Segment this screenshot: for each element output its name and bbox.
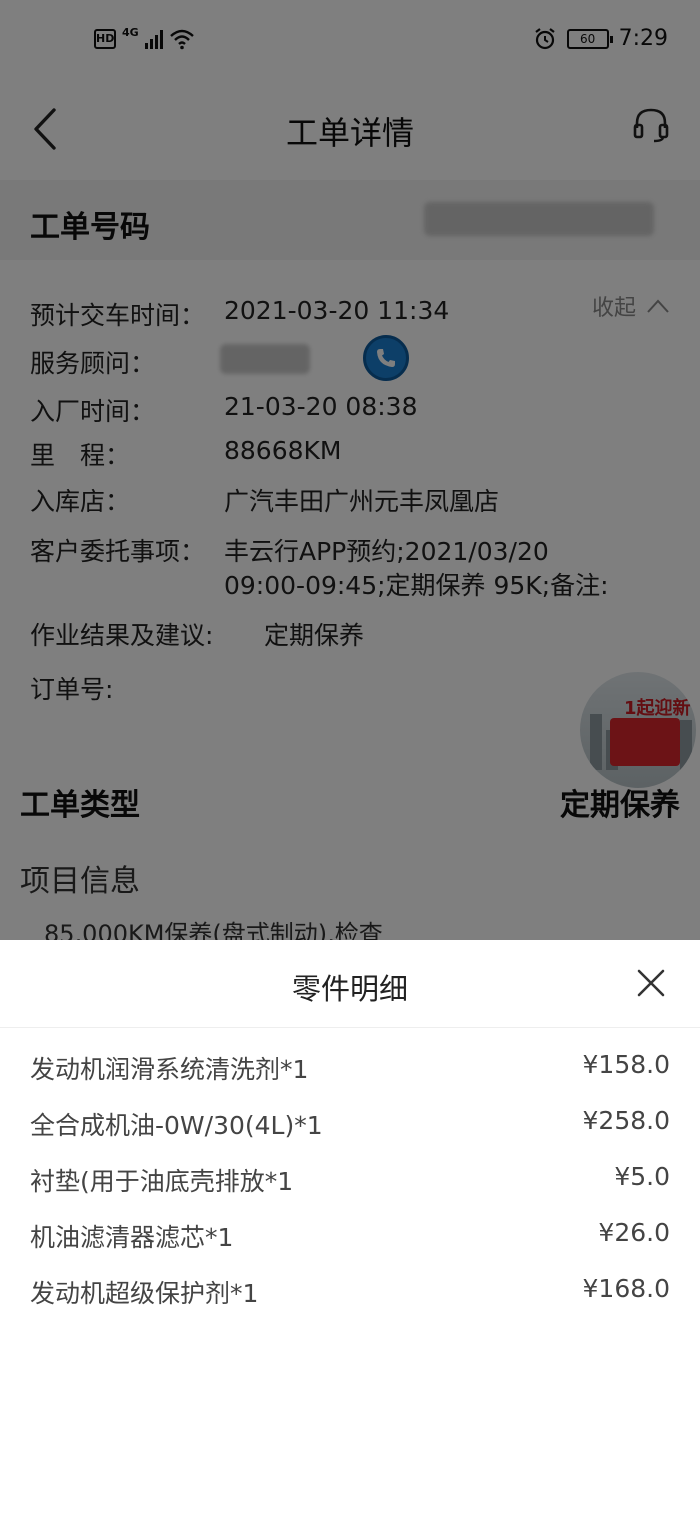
part-row: 发动机超级保护剂*1 ¥168.0 [0, 1264, 700, 1320]
part-price: ¥258.0 [582, 1106, 670, 1135]
part-name: 发动机超级保护剂*1 [30, 1279, 259, 1308]
part-row: 全合成机油-0W/30(4L)*1 ¥258.0 [0, 1096, 700, 1152]
close-icon[interactable] [636, 968, 666, 998]
part-price: ¥5.0 [614, 1162, 670, 1191]
parts-detail-sheet: 零件明细 发动机润滑系统清洗剂*1 ¥158.0 全合成机油-0W/30(4L)… [0, 940, 700, 1516]
part-price: ¥158.0 [582, 1050, 670, 1079]
part-price: ¥26.0 [598, 1218, 670, 1247]
modal-overlay[interactable] [0, 0, 700, 940]
part-name: 全合成机油-0W/30(4L)*1 [30, 1111, 323, 1140]
part-name: 衬垫(用于油底壳排放*1 [30, 1167, 294, 1196]
part-row: 机油滤清器滤芯*1 ¥26.0 [0, 1208, 700, 1264]
part-row: 发动机润滑系统清洗剂*1 ¥158.0 [0, 1040, 700, 1096]
part-name: 机油滤清器滤芯*1 [30, 1223, 234, 1252]
part-price: ¥168.0 [582, 1274, 670, 1303]
part-row: 衬垫(用于油底壳排放*1 ¥5.0 [0, 1152, 700, 1208]
sheet-title: 零件明细 [291, 972, 408, 1006]
part-name: 发动机润滑系统清洗剂*1 [30, 1055, 309, 1084]
sheet-header: 零件明细 [0, 940, 700, 1028]
